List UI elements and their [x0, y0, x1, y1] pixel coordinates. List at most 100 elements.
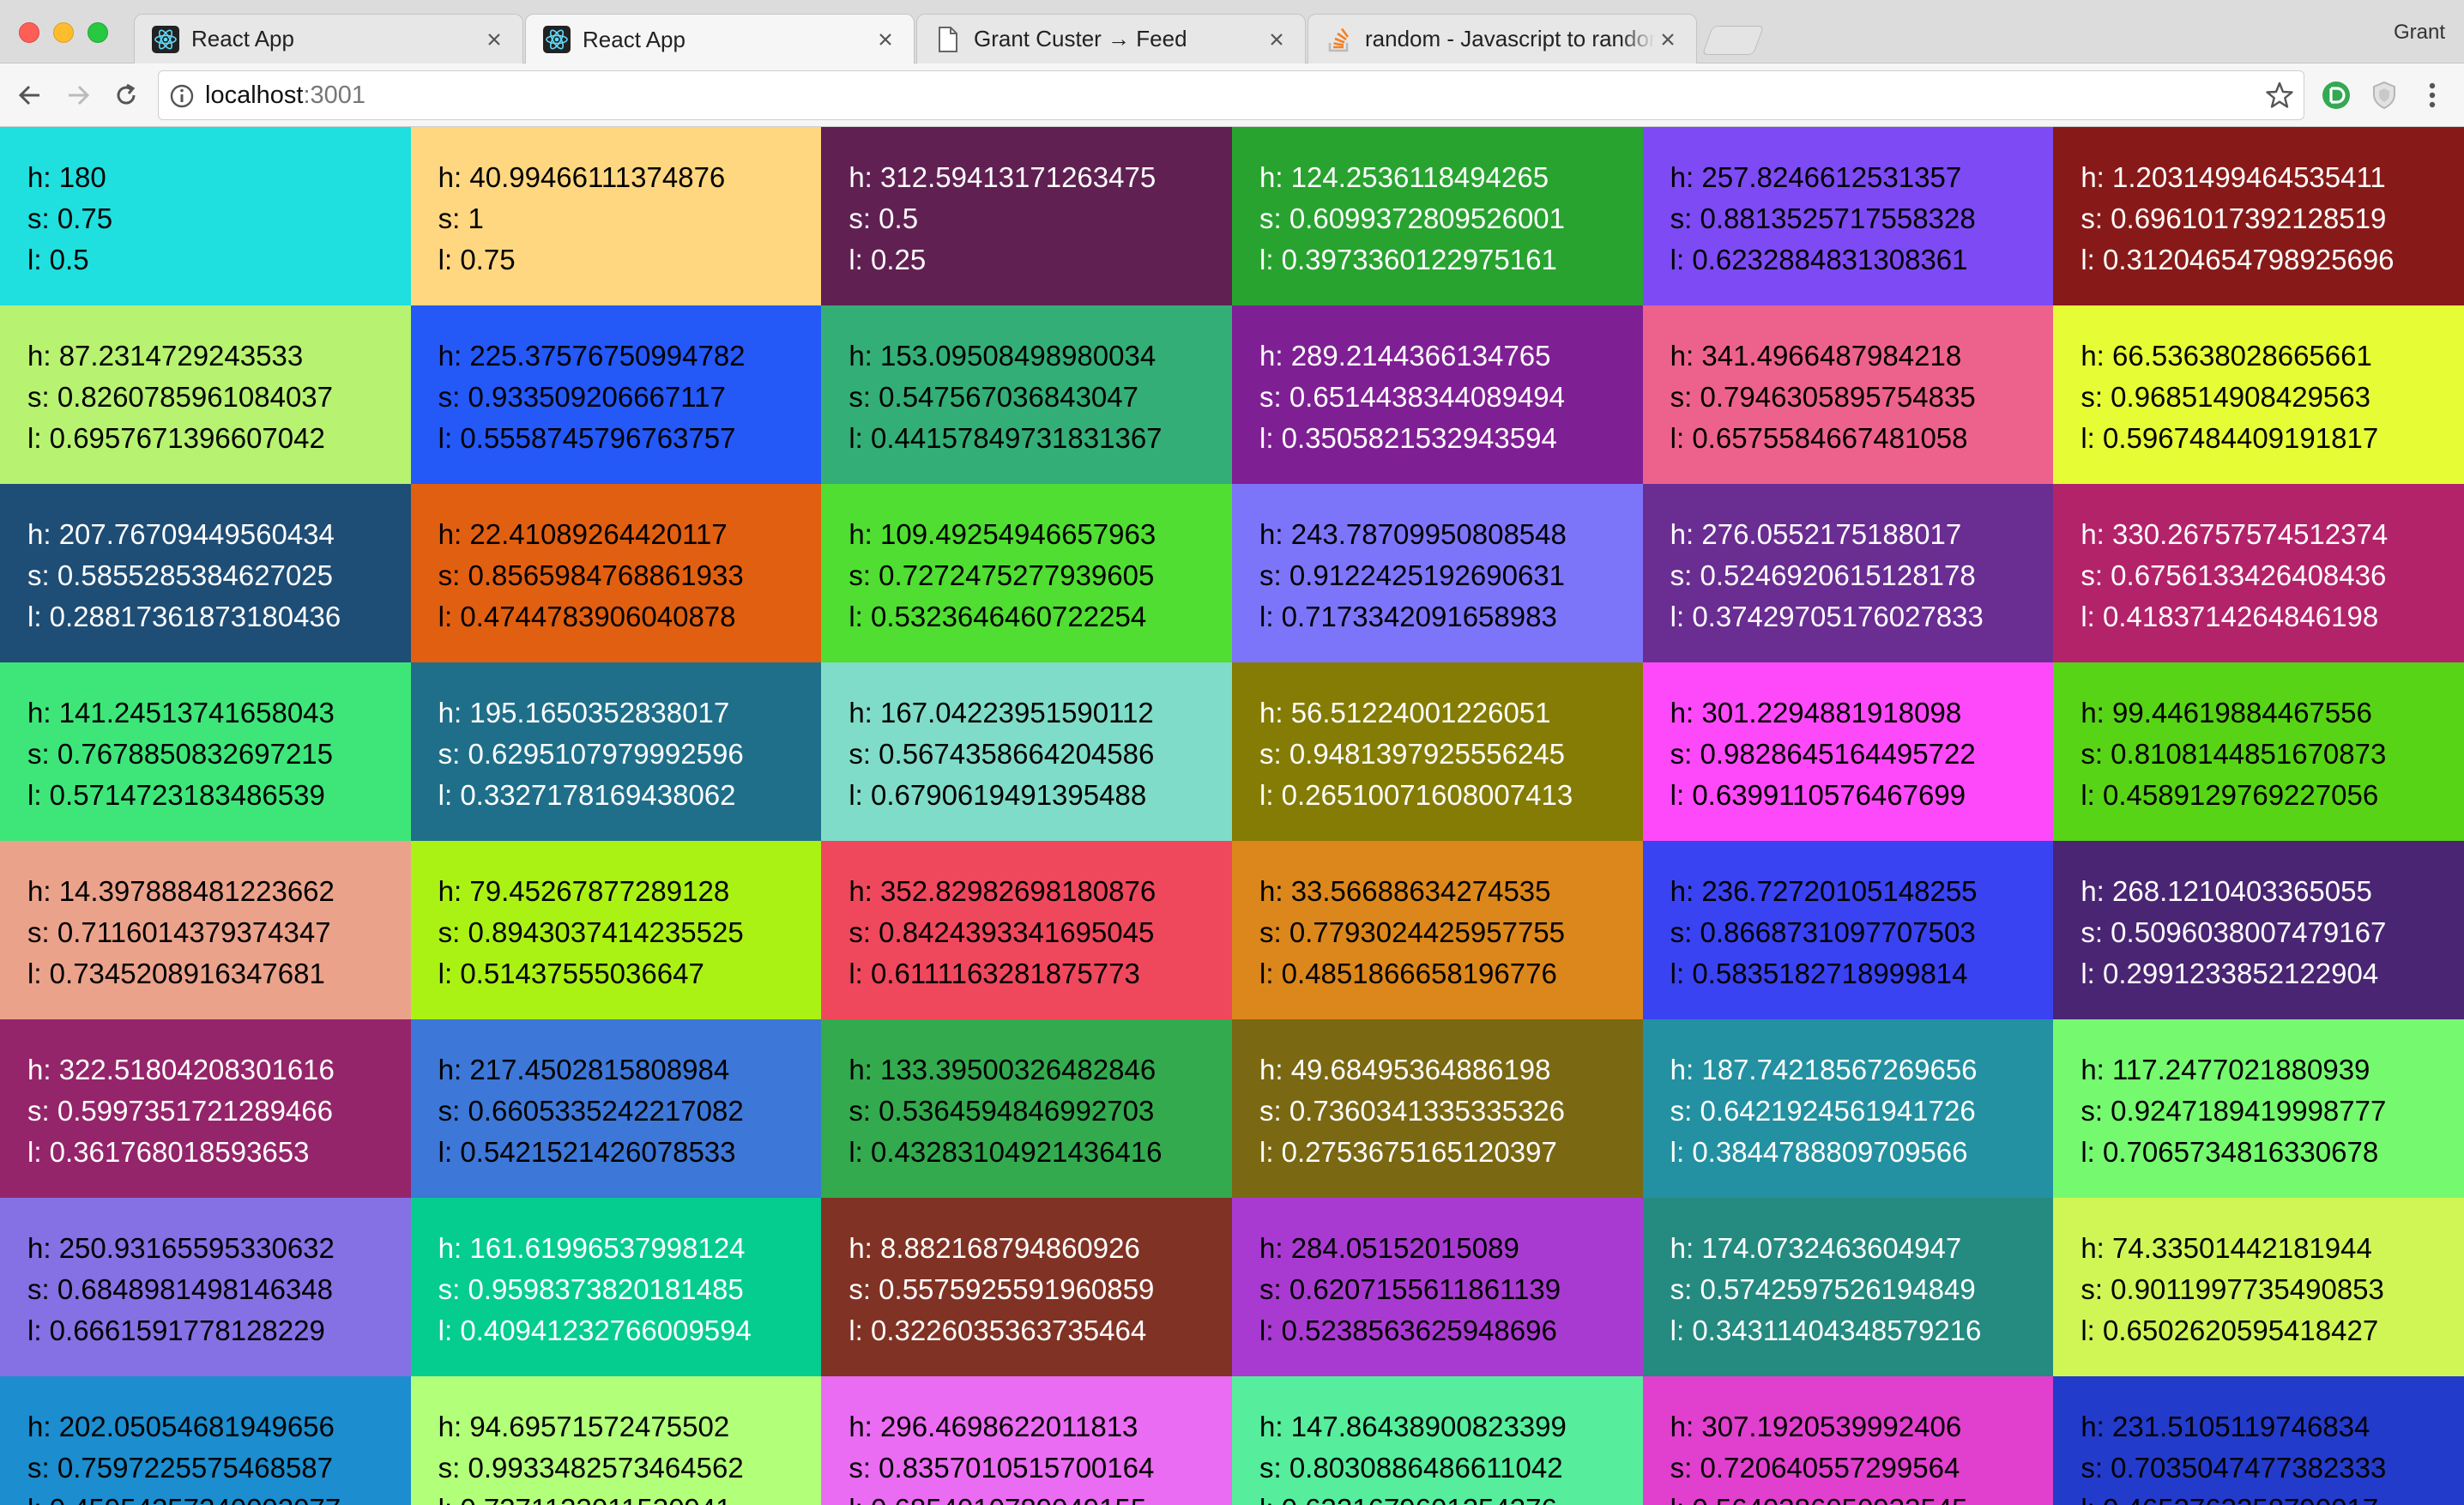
cell-l-line: l: 0.6854010789049155: [849, 1489, 1232, 1505]
color-cell: h: 56.51224001226051 s: 0.948139792555624…: [1231, 662, 1643, 841]
cell-s-label: s:: [27, 381, 57, 413]
cell-h-label: h:: [27, 1411, 59, 1442]
tab-react-app-2[interactable]: React App: [525, 14, 915, 64]
cell-l-label: l:: [27, 779, 50, 811]
cell-l-label: l:: [1670, 1493, 1693, 1505]
cell-l-value: 0.2991233852122904: [2103, 958, 2379, 989]
cell-s-line: s: 0.5246920615128178: [1670, 555, 2054, 596]
color-cell: h: 236.72720105148255 s: 0.86687310977075…: [1642, 841, 2054, 1019]
cell-l-label: l:: [438, 1493, 461, 1505]
color-cell: h: 307.1920539992406 s: 0.720640557299564…: [1642, 1376, 2054, 1505]
cell-h-line: h: 296.4698622011813: [849, 1406, 1232, 1448]
cell-h-line: h: 49.68495364886198: [1259, 1049, 1643, 1091]
cell-s-line: s: 0.9828645164495722: [1670, 734, 2054, 775]
cell-s-line: s: 0.6421924561941726: [1670, 1091, 2054, 1132]
close-window-button[interactable]: [19, 22, 39, 43]
close-tab-icon[interactable]: [1264, 27, 1289, 52]
cell-l-line: l: 0.2991233852122904: [2081, 953, 2464, 994]
cell-h-label: h:: [1670, 1054, 1702, 1085]
profile-name[interactable]: Grant: [2394, 21, 2445, 45]
cell-h-line: h: 236.72720105148255: [1670, 871, 2054, 912]
cell-s-value: 0.5997351721289466: [57, 1095, 334, 1127]
cell-l-label: l:: [27, 1315, 50, 1346]
cell-s-label: s:: [1670, 916, 1700, 948]
cell-h-line: h: 167.04223951590112: [849, 692, 1232, 734]
cell-l-value: 0.6232884831308361: [1692, 244, 1968, 275]
cell-l-line: l: 0.28817361873180436: [27, 596, 411, 638]
cell-s-value: 0.9598373820181485: [468, 1273, 744, 1305]
cell-h-line: h: 14.397888481223662: [27, 871, 411, 912]
cell-h-label: h:: [438, 1054, 470, 1085]
cell-s-line: s: 0.8565984768861933: [438, 555, 822, 596]
extension-shield-icon[interactable]: [2368, 79, 2401, 112]
menu-kebab-icon[interactable]: [2416, 79, 2449, 112]
cell-l-label: l:: [1259, 601, 1282, 632]
cell-l-label: l:: [2081, 1136, 2103, 1168]
cell-h-label: h:: [27, 518, 59, 550]
cell-h-label: h:: [2081, 1232, 2113, 1264]
cell-h-value: 14.397888481223662: [58, 875, 335, 907]
new-tab-button[interactable]: [1701, 26, 1765, 55]
close-tab-icon[interactable]: [481, 27, 507, 52]
info-icon[interactable]: [169, 83, 195, 109]
cell-l-label: l:: [849, 1136, 871, 1168]
cell-h-line: h: 174.0732463604947: [1670, 1228, 2054, 1269]
cell-l-line: l: 0.6111163281875773: [849, 953, 1232, 994]
cell-h-label: h:: [1259, 1411, 1291, 1442]
bookmark-star-icon[interactable]: [2264, 80, 2295, 111]
cell-l-line: l: 0.7345208916347681: [27, 953, 411, 994]
address-bar[interactable]: localhost:3001: [158, 70, 2304, 120]
cell-l-value: 0.5967484409191817: [2103, 422, 2379, 454]
cell-h-line: h: 243.78709950808548: [1259, 514, 1643, 555]
react-icon: [152, 25, 179, 53]
cell-h-label: h:: [2081, 875, 2113, 907]
cell-l-line: l: 0.43283104921436416: [849, 1132, 1232, 1173]
cell-h-label: h:: [2081, 1411, 2113, 1442]
cell-l-line: l: 0.25: [849, 239, 1232, 281]
cell-s-line: s: 0.720640557299564: [1670, 1448, 2054, 1489]
cell-h-value: 250.93165595330632: [58, 1232, 335, 1264]
cell-h-label: h:: [2081, 340, 2113, 372]
minimize-window-button[interactable]: [53, 22, 74, 43]
cell-s-label: s:: [1259, 738, 1289, 770]
url-port: :3001: [303, 82, 366, 109]
cell-s-label: s:: [438, 1273, 468, 1305]
cell-l-label: l:: [2081, 958, 2103, 989]
cell-s-label: s:: [849, 381, 879, 413]
cell-h-line: h: 153.09508498980034: [849, 335, 1232, 377]
cell-s-value: 0.8424393341695045: [879, 916, 1155, 948]
cell-s-value: 0.6514438344089494: [1289, 381, 1565, 413]
cell-h-label: h:: [1670, 697, 1702, 728]
back-button[interactable]: [10, 76, 50, 115]
close-tab-icon[interactable]: [1655, 27, 1681, 52]
reload-button[interactable]: [106, 76, 146, 115]
cell-s-line: s: 0.5575925591960859: [849, 1269, 1232, 1310]
cell-h-label: h:: [1670, 161, 1702, 193]
cell-l-value: 0.43283104921436416: [871, 1136, 1163, 1168]
cell-s-label: s:: [27, 916, 57, 948]
cell-h-line: h: 312.59413171263475: [849, 157, 1232, 198]
cell-l-value: 0.6661591778128229: [49, 1315, 325, 1346]
tab-random-javascript[interactable]: random - Javascript to random: [1307, 14, 1697, 63]
maximize-window-button[interactable]: [88, 22, 108, 43]
cell-s-label: s:: [27, 559, 57, 591]
cell-h-value: 195.1650352838017: [469, 697, 730, 728]
cell-s-line: s: 0.7116014379374347: [27, 912, 411, 953]
color-cell: h: 117.2477021880939 s: 0.924718941999877…: [2053, 1019, 2464, 1198]
url-text[interactable]: localhost:3001: [205, 82, 365, 110]
cell-h-label: h:: [849, 518, 881, 550]
extension-green-icon[interactable]: [2320, 79, 2352, 112]
forward-button[interactable]: [58, 76, 98, 115]
tab-grant-custer-feed[interactable]: Grant Custer → Feed: [916, 14, 1306, 63]
cell-h-label: h:: [2081, 518, 2113, 550]
cell-s-value: 0.9933482573464562: [468, 1452, 744, 1484]
tab-react-app-1[interactable]: React App: [134, 14, 523, 63]
cell-s-value: 0.9481397925556245: [1289, 738, 1565, 770]
cell-h-label: h:: [1259, 161, 1291, 193]
cell-l-label: l:: [27, 958, 50, 989]
close-tab-icon[interactable]: [873, 27, 898, 52]
cell-s-value: 0.933509206667117: [468, 381, 726, 413]
cell-s-value: 0.8030886486611042: [1289, 1452, 1563, 1484]
cell-s-line: s: 0.8260785961084037: [27, 377, 411, 418]
cell-l-line: l: 0.26510071608007413: [1259, 775, 1643, 816]
